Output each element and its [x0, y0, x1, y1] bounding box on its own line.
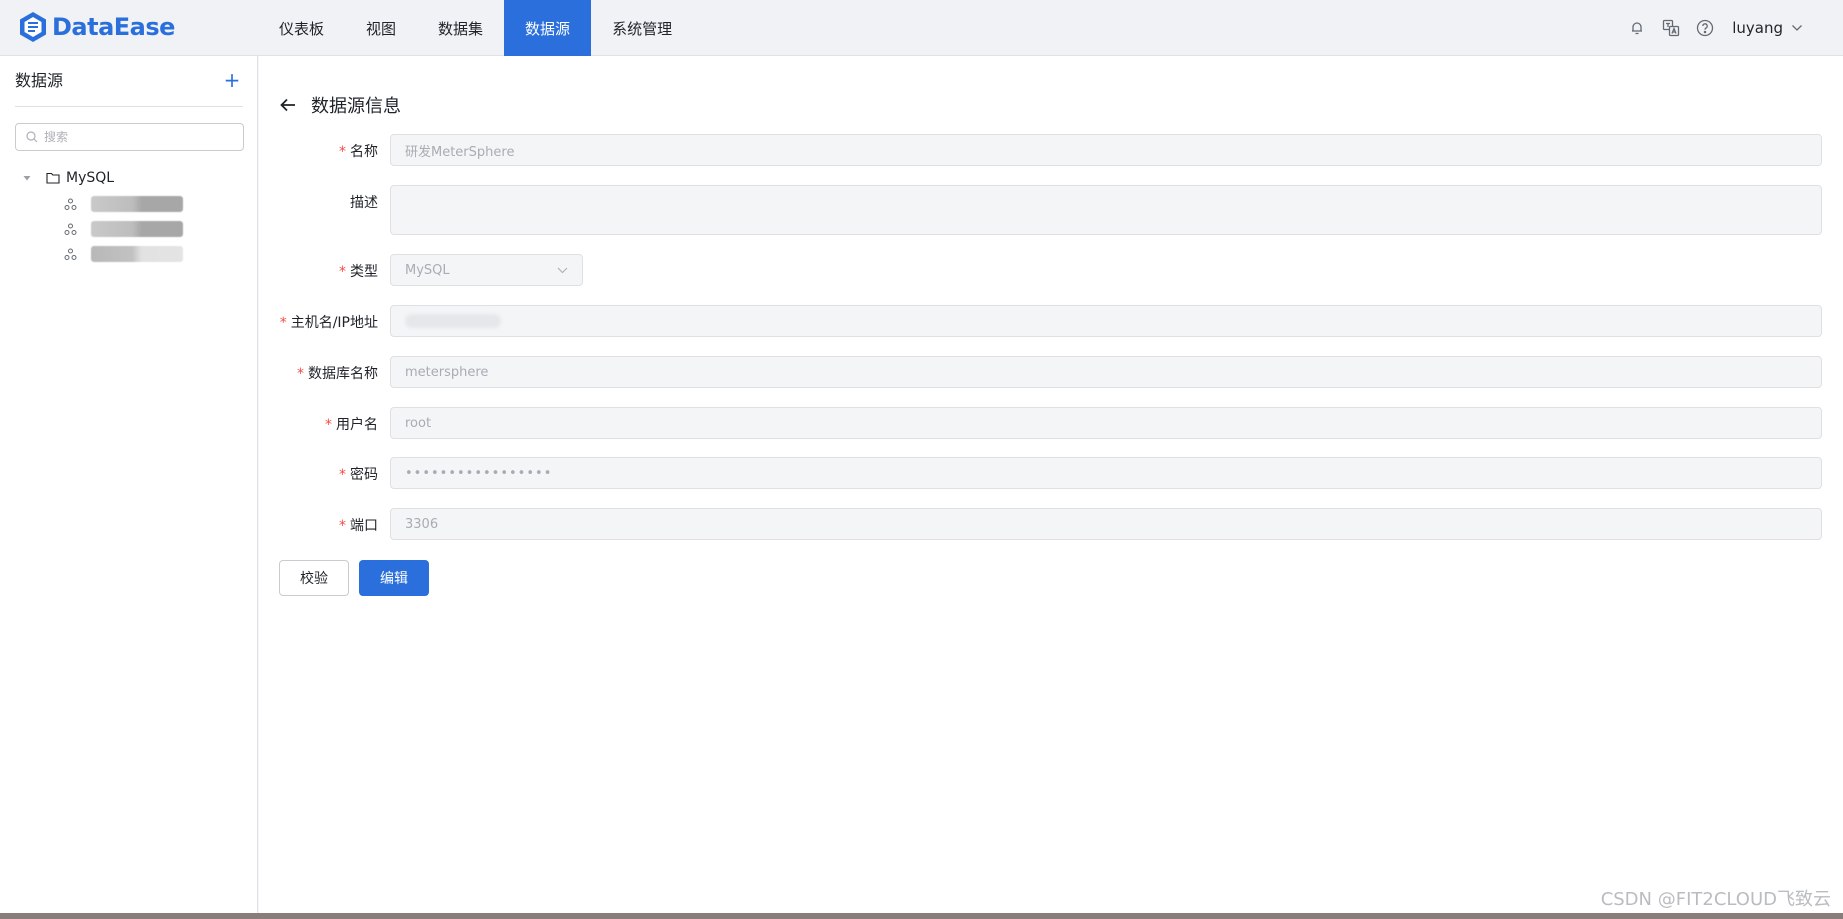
- database-field[interactable]: metersphere: [390, 356, 1822, 388]
- sidebar-header: 数据源 +: [15, 70, 243, 107]
- tree-leaf-datasource[interactable]: [64, 194, 183, 214]
- sidebar: 数据源 + MySQL: [0, 56, 258, 919]
- tree-node-label: MySQL: [66, 170, 115, 186]
- page-title: 数据源信息: [311, 96, 401, 117]
- help-icon[interactable]: [1688, 11, 1722, 45]
- sidebar-title: 数据源: [15, 71, 64, 90]
- back-arrow-icon[interactable]: [279, 96, 297, 114]
- user-menu[interactable]: luyang: [1732, 19, 1803, 37]
- header-actions: luyang: [1620, 0, 1803, 56]
- page-header: 数据源信息: [279, 92, 401, 118]
- name-field[interactable]: 研发MeterSphere: [390, 134, 1822, 166]
- password-field[interactable]: •••••••••••••••••: [390, 457, 1822, 489]
- search-icon: [26, 131, 38, 143]
- datasource-icon: [64, 198, 77, 210]
- redacted-label: [91, 196, 183, 212]
- watermark: CSDN @FIT2CLOUD飞致云: [1600, 889, 1831, 910]
- tree-node-mysql[interactable]: MySQL: [20, 167, 114, 189]
- type-label: * 类型: [339, 264, 378, 280]
- host-label: * 主机名/IP地址: [279, 315, 378, 331]
- tree-leaf-datasource[interactable]: [64, 219, 183, 239]
- search-input[interactable]: [44, 130, 234, 144]
- bell-icon[interactable]: [1620, 11, 1654, 45]
- tree-leaf-datasource[interactable]: [64, 244, 183, 264]
- chevron-down-icon: [1792, 25, 1802, 31]
- nav-system-management[interactable]: 系统管理: [591, 0, 693, 56]
- port-label: * 端口: [339, 518, 378, 534]
- name-label: * 名称: [339, 144, 378, 160]
- edit-button[interactable]: 编辑: [359, 560, 429, 596]
- description-field[interactable]: [390, 185, 1822, 235]
- redacted-label: [91, 221, 183, 237]
- logo-text: DataEase: [52, 13, 175, 41]
- username: luyang: [1732, 19, 1783, 37]
- nav-view[interactable]: 视图: [345, 0, 417, 56]
- password-label: * 密码: [339, 467, 378, 483]
- type-select-value: MySQL: [405, 262, 450, 278]
- main-nav: 仪表板 视图 数据集 数据源 系统管理: [258, 0, 693, 56]
- folder-icon: [46, 172, 60, 184]
- chevron-down-icon: [557, 267, 568, 273]
- add-datasource-button[interactable]: +: [221, 70, 243, 92]
- caret-down-icon[interactable]: [20, 171, 34, 185]
- top-bar: DataEase 仪表板 视图 数据集 数据源 系统管理 luyang: [0, 0, 1843, 56]
- translate-icon[interactable]: [1654, 11, 1688, 45]
- nav-dataset[interactable]: 数据集: [417, 0, 504, 56]
- port-field[interactable]: 3306: [390, 508, 1822, 540]
- nav-dashboard[interactable]: 仪表板: [258, 0, 345, 56]
- validate-button[interactable]: 校验: [279, 560, 349, 596]
- redacted-host-value: [405, 314, 501, 328]
- logo[interactable]: DataEase: [18, 9, 175, 45]
- redacted-label: [91, 246, 183, 262]
- username-label: * 用户名: [325, 417, 378, 433]
- nav-datasource[interactable]: 数据源: [504, 0, 592, 56]
- datasource-icon: [64, 248, 77, 260]
- datasource-icon: [64, 223, 77, 235]
- sidebar-search: [15, 123, 244, 151]
- username-field[interactable]: root: [390, 407, 1822, 439]
- database-label: * 数据库名称: [297, 366, 378, 382]
- description-label: 描述: [350, 195, 378, 211]
- host-field[interactable]: [390, 305, 1822, 337]
- main-content: 数据源信息 * 名称 研发MeterSphere 描述 * 类型 MySQL * 主机…: [259, 56, 1843, 919]
- window-bottom-edge: [0, 913, 1843, 919]
- dataease-logo-icon: [20, 12, 46, 42]
- type-select[interactable]: MySQL: [390, 254, 583, 286]
